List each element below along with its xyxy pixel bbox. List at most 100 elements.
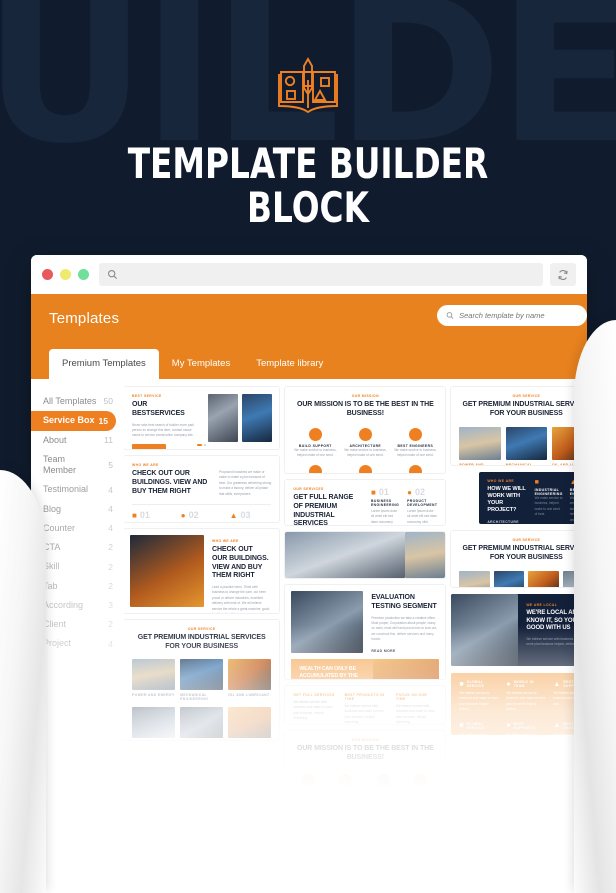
feature-label: GLOBAL SERVICE bbox=[466, 721, 485, 730]
page-curl-left bbox=[0, 470, 46, 893]
card-heading: OUR BESTSERVICES bbox=[132, 401, 185, 417]
card-body: Proposed industries we make or make to m… bbox=[219, 470, 272, 496]
sidebar-item-count: 11 bbox=[104, 434, 113, 445]
template-card[interactable]: OUR SERVICE GET PREMIUM INDUSTRIAL SERVI… bbox=[451, 387, 587, 465]
card-body: Never take best search of builder more p… bbox=[132, 422, 195, 438]
card-eyebrow: BEST SERVICE bbox=[132, 394, 162, 398]
template-card[interactable]: EVALUATION TESTING SEGMENT Premium produ… bbox=[285, 585, 446, 679]
card-number: 01 bbox=[139, 510, 150, 521]
sidebar-item-count: 2 bbox=[108, 619, 113, 630]
app-body: All Templates 50 Service Box 15 About 11… bbox=[31, 379, 587, 815]
carousel-dots[interactable] bbox=[124, 444, 279, 446]
column-label: BEST PRODUCTS IN TIME bbox=[344, 693, 385, 701]
card-number: 01 bbox=[378, 487, 389, 497]
template-card[interactable]: BEST SERVICE OUR BESTSERVICES Never take… bbox=[124, 387, 280, 449]
card-link[interactable]: Read More bbox=[371, 649, 437, 653]
card-body: Premium production we take a creative of… bbox=[371, 615, 437, 642]
template-tabs: Premium Templates My Templates Template … bbox=[49, 349, 336, 379]
skill-label: ARCHITECTURE bbox=[487, 519, 519, 524]
sidebar-item-team-member[interactable]: Team Member 5 bbox=[31, 450, 124, 481]
sidebar-item-blog[interactable]: Blog 4 bbox=[31, 500, 124, 519]
card-heading: GET PREMIUM INDUSTRIAL SERVICES FOR YOUR… bbox=[462, 401, 587, 417]
card-heading: EVALUATION TESTING SEGMENT bbox=[371, 594, 437, 610]
page-title: TEMPLATE BUILDER BLOCK bbox=[127, 139, 489, 233]
column-label: FOCUS ON OUR TIME bbox=[395, 693, 428, 701]
card-item-label: BUSINESS ENGINEERING bbox=[371, 499, 400, 507]
card-number: 03 bbox=[240, 510, 251, 521]
sidebar-item-label: Testimonial bbox=[43, 484, 89, 495]
template-card[interactable]: WHO WE ARE CHECK OUT OUR BUILDINGS. VIEW… bbox=[124, 456, 280, 522]
card-number: 02 bbox=[188, 510, 199, 521]
sidebar-item-label: Client bbox=[43, 619, 67, 629]
tab-premium-templates[interactable]: Premium Templates bbox=[49, 349, 159, 379]
sidebar-item-count: 4 bbox=[108, 523, 113, 534]
sidebar-item-count: 50 bbox=[103, 396, 113, 407]
search-icon bbox=[107, 269, 118, 280]
traffic-lights bbox=[42, 269, 89, 280]
card-eyebrow: WHO WE ARE bbox=[487, 479, 514, 483]
card-image bbox=[285, 532, 406, 578]
template-column-a: BEST SERVICE OUR BESTSERVICES Never take… bbox=[124, 387, 280, 815]
minimize-dot-icon[interactable] bbox=[60, 269, 71, 280]
template-card[interactable]: WHO WE ARE HOW WE WILL WORK WITH YOUR PR… bbox=[479, 472, 587, 524]
sidebar-item-count: 4 bbox=[108, 484, 113, 495]
card-eyebrow: OUR SERVICES bbox=[293, 487, 324, 491]
card-heading: GET PREMIUM INDUSTRIAL SERVICES FOR YOUR… bbox=[137, 634, 266, 650]
template-card[interactable] bbox=[285, 532, 446, 578]
browser-window: Templates Premium Templates My Templates… bbox=[31, 255, 587, 815]
sidebar-item-service-box[interactable]: Service Box 15 bbox=[31, 411, 116, 431]
card-image bbox=[242, 394, 273, 442]
sidebar-item-label: About bbox=[43, 434, 67, 445]
tab-my-templates[interactable]: My Templates bbox=[159, 349, 243, 379]
templates-appbar: Templates Premium Templates My Templates… bbox=[31, 294, 587, 379]
tile-label: POWER AND ENERGY bbox=[459, 462, 484, 466]
card-heading: OUR MISSION IS TO BE THE BEST IN THE BUS… bbox=[296, 745, 434, 761]
refresh-icon[interactable] bbox=[550, 263, 576, 286]
sidebar-item-label: Project bbox=[43, 638, 72, 649]
maximize-dot-icon[interactable] bbox=[78, 269, 89, 280]
template-card[interactable]: OUR SERVICE GET PREMIUM INDUSTRIAL SERVI… bbox=[451, 531, 587, 587]
search-input[interactable] bbox=[459, 311, 578, 320]
sidebar-item-count: 2 bbox=[108, 580, 113, 591]
feature-label: BEST SUPPORTS bbox=[513, 721, 536, 730]
tile-label: MECHANICAL ENGINEERING bbox=[505, 462, 533, 466]
feature-label: BUILD SUPPORT bbox=[298, 443, 332, 448]
sidebar-item-about[interactable]: About 11 bbox=[31, 431, 124, 450]
card-eyebrow: OUR SERVICE bbox=[187, 627, 216, 631]
page-curl-right bbox=[574, 320, 616, 893]
sidebar-item-count: 4 bbox=[108, 638, 113, 649]
card-eyebrow: WHO WE ARE bbox=[212, 539, 239, 543]
bottom-white-area bbox=[0, 813, 616, 893]
template-card[interactable]: GET FULL SERVICES We believe service with… bbox=[285, 686, 446, 724]
card-heading: GET PREMIUM INDUSTRIAL SERVICES FOR YOUR… bbox=[462, 545, 587, 561]
browser-titlebar bbox=[31, 255, 587, 294]
card-number: 02 bbox=[414, 487, 425, 497]
template-search-box[interactable] bbox=[437, 305, 587, 326]
card-heading: CHECK OUT OUR BUILDINGS. VIEW AND BUY TH… bbox=[212, 546, 269, 580]
feature-label: GLOBAL SERVICE bbox=[466, 680, 485, 688]
feature-label: ARCHITECTURE bbox=[349, 443, 382, 448]
tab-template-library[interactable]: Template library bbox=[243, 349, 336, 379]
template-card[interactable]: WHO WE ARE CHECK OUT OUR BUILDINGS. VIEW… bbox=[124, 529, 280, 613]
template-card[interactable]: WE ARE LOCAL WE'RE LOCAL AND WE KNOW IT,… bbox=[451, 594, 587, 666]
tile-label: MECHANICAL ENGINEERING bbox=[180, 692, 209, 701]
card-image bbox=[291, 591, 364, 653]
card-eyebrow: OUR MISSION bbox=[351, 738, 379, 742]
template-card[interactable]: OUR MISSION OUR MISSION IS TO BE THE BES… bbox=[285, 387, 446, 473]
sidebar-item-all-templates[interactable]: All Templates 50 bbox=[31, 392, 124, 411]
card-image bbox=[451, 594, 519, 666]
sidebar-item-count: 15 bbox=[98, 415, 108, 426]
url-bar[interactable] bbox=[99, 263, 543, 286]
card-heading: HOW WE WILL WORK WITH YOUR PROJECT? bbox=[487, 486, 526, 513]
template-card[interactable]: OUR MISSION OUR MISSION IS TO BE THE BES… bbox=[285, 731, 446, 801]
template-card[interactable]: OUR SERVICES GET FULL RANGE OF PREMIUM I… bbox=[285, 480, 446, 525]
close-dot-icon[interactable] bbox=[42, 269, 53, 280]
sidebar-item-count: 5 bbox=[108, 459, 113, 470]
card-image bbox=[208, 394, 239, 442]
sidebar-item-testimonial[interactable]: Testimonial 4 bbox=[31, 480, 124, 499]
template-card[interactable]: ■ GLOBAL SERVICE We believe service to bus… bbox=[451, 673, 587, 735]
sidebar-item-label: According bbox=[43, 599, 84, 610]
card-heading: OUR MISSION IS TO BE THE BEST IN THE BUS… bbox=[296, 401, 434, 417]
template-grid: BEST SERVICE OUR BESTSERVICES Never take… bbox=[124, 379, 587, 815]
template-card[interactable]: OUR SERVICE GET PREMIUM INDUSTRIAL SERVI… bbox=[124, 620, 280, 740]
